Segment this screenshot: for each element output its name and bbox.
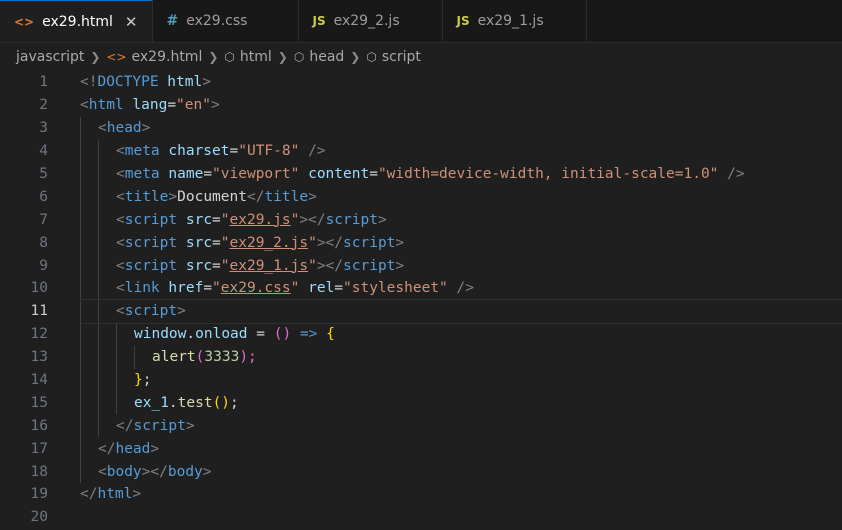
code-line-current: 11 < script > <box>0 298 842 324</box>
breadcrumb-folder[interactable]: javascript <box>16 49 84 65</box>
line-number: 10 <box>30 280 48 297</box>
code-line: 7 < script src = " ex29.js " ></script > <box>0 208 842 232</box>
line-number: 12 <box>30 326 48 343</box>
code-text[interactable]: </html > <box>80 483 842 506</box>
code-text[interactable]: < script > <box>80 298 842 324</box>
tab-ex29-css[interactable]: # ex29.css <box>153 0 299 42</box>
line-number: 17 <box>30 440 48 457</box>
tab-label: ex29_1.js <box>477 13 544 29</box>
code-text[interactable]: </head > <box>80 437 842 461</box>
code-line: 6 < title > Document </title > <box>0 185 842 209</box>
code-text[interactable]: < title > Document </title > <box>80 185 842 209</box>
code-text[interactable]: < meta name = "viewport" content = "width=dev… <box>80 162 842 186</box>
chevron-right-icon: ❯ <box>350 50 361 64</box>
breadcrumb-script[interactable]: script <box>382 49 421 65</box>
line-number: 1 <box>39 74 48 91</box>
code-line: 12 window. onload = () => { <box>0 322 842 346</box>
line-number: 16 <box>30 417 48 434</box>
code-text[interactable]: < body ></body > <box>80 460 842 484</box>
breadcrumb: javascript ❯ <> ex29.html ❯ ⬡ html ❯ ⬡ h… <box>0 43 842 71</box>
code-line: 13 alert(3333); <box>0 345 842 369</box>
tab-label: ex29.css <box>186 13 248 29</box>
code-line: 20 <box>0 506 842 529</box>
line-number: 19 <box>30 486 48 503</box>
code-line: 16 </script > <box>0 414 842 438</box>
code-line: 2 < html lang = "en" > <box>0 94 842 117</box>
chevron-right-icon: ❯ <box>277 50 288 64</box>
tab-bar: <> ex29.html ✕ # ex29.css JS ex29_2.js J… <box>0 0 842 43</box>
line-number: 18 <box>30 463 48 480</box>
code-line: 10 < link href = " ex29.css " rel = "stylesheet… <box>0 277 842 300</box>
code-text[interactable]: < script src = " ex29.js " ></script > <box>80 208 842 232</box>
line-number: 14 <box>30 372 48 389</box>
code-line: 9 < script src = " ex29_1.js " ></script > <box>0 254 842 278</box>
css-file-icon: # <box>166 13 179 29</box>
tab-ex29-2-js[interactable]: JS ex29_2.js <box>299 0 443 42</box>
breadcrumb-html[interactable]: html <box>240 49 272 65</box>
code-line: 19 </html > <box>0 483 842 506</box>
line-number: 2 <box>39 97 48 114</box>
code-text[interactable]: ex_1. test(); <box>80 391 842 415</box>
cube-icon: ⬡ <box>366 50 377 64</box>
line-number: 5 <box>39 166 48 182</box>
code-line: 5 < meta name = "viewport" content = "width=d… <box>0 162 842 186</box>
js-file-icon: JS <box>312 14 326 28</box>
line-number: 15 <box>30 394 48 411</box>
code-text[interactable]: < link href = " ex29.css " rel = "stylesheet" /… <box>80 277 842 300</box>
tab-ex29-1-js[interactable]: JS ex29_1.js <box>443 0 587 42</box>
code-line: 14 }; <box>0 368 842 392</box>
close-icon[interactable]: ✕ <box>125 13 138 31</box>
code-editor[interactable]: 1 <! DOCTYPE html > 2 < html lang = "en" > 3 <… <box>0 71 842 529</box>
code-text[interactable] <box>80 506 842 529</box>
line-number: 6 <box>39 188 48 205</box>
code-text[interactable]: < html lang = "en" > <box>80 94 842 117</box>
code-text[interactable]: </script > <box>80 414 842 438</box>
tab-label: ex29_2.js <box>333 13 400 29</box>
line-number: 3 <box>39 120 48 137</box>
line-number: 13 <box>30 349 48 366</box>
code-text[interactable]: alert(3333); <box>80 345 842 369</box>
code-text[interactable]: < script src = " ex29_1.js " ></script > <box>80 254 842 278</box>
code-text[interactable]: < script src = " ex29_2.js " ></script > <box>80 231 842 255</box>
chevron-right-icon: ❯ <box>90 50 101 64</box>
line-number: 11 <box>30 303 48 320</box>
code-text[interactable]: <! DOCTYPE html > <box>80 71 842 94</box>
breadcrumb-head[interactable]: head <box>309 49 344 65</box>
line-number: 20 <box>30 509 48 526</box>
breadcrumb-file[interactable]: ex29.html <box>132 49 203 65</box>
tab-label: ex29.html <box>42 13 113 30</box>
code-line: 17 </head > <box>0 437 842 461</box>
cube-icon: ⬡ <box>293 50 305 64</box>
html-file-icon: <> <box>106 50 127 64</box>
code-line: 8 < script src = " ex29_2.js " ></script > <box>0 231 842 255</box>
js-file-icon: JS <box>456 14 470 28</box>
code-text[interactable]: window. onload = () => { <box>80 322 842 346</box>
code-line: 1 <! DOCTYPE html > <box>0 71 842 94</box>
line-number: 4 <box>39 143 48 160</box>
html-file-icon: <> <box>14 14 35 29</box>
cube-icon: ⬡ <box>224 50 235 64</box>
tab-ex29-html[interactable]: <> ex29.html ✕ <box>0 0 153 42</box>
line-number: 9 <box>39 257 48 274</box>
line-number: 7 <box>39 211 48 228</box>
code-line: 15 ex_1. test(); <box>0 391 842 415</box>
chevron-right-icon: ❯ <box>208 50 219 64</box>
code-text[interactable]: < head > <box>80 116 842 140</box>
code-text[interactable]: < meta charset = "UTF-8" /> <box>80 139 842 163</box>
code-line: 4 < meta charset = "UTF-8" /> <box>0 139 842 163</box>
code-line: 18 < body ></body > <box>0 460 842 484</box>
code-line: 3 < head > <box>0 116 842 140</box>
code-text[interactable]: }; <box>80 368 842 392</box>
line-number: 8 <box>39 234 48 251</box>
